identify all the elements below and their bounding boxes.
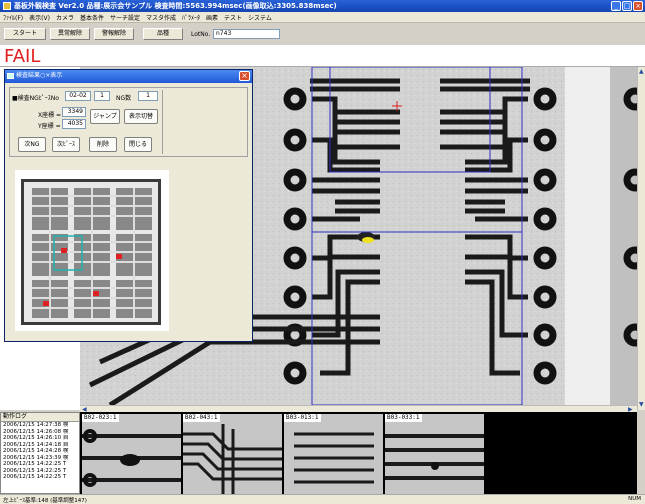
status-text: 左上ﾋﾟｰｽ基準:148 (基準調整147) (3, 498, 87, 504)
abnormal-release-button[interactable]: 異常解除 (50, 28, 90, 40)
menu-pixels[interactable]: 画素 (206, 13, 218, 22)
dialog-icon (7, 73, 14, 79)
defect-highlight (362, 237, 374, 243)
thumbnail-label: B03-033:1 (385, 414, 422, 422)
ng-thumbnail-3[interactable]: B03-013:1 (284, 414, 383, 494)
toolbar: スタート 異常解除 警報解除 品種 LotNo. n743 (0, 23, 645, 45)
image-horizontal-scrollbar[interactable]: ◀ ▶ (80, 405, 637, 413)
product-button[interactable]: 品種 (143, 28, 183, 40)
board-overview[interactable] (15, 170, 169, 331)
thumbnail-label: B02-023:1 (82, 414, 119, 422)
window-title: 基板外観検査 Ver2.0 品種:展示会サンプル 検査時間:5563.994ms… (14, 2, 337, 10)
lot-number-input[interactable]: n743 (213, 29, 280, 39)
ng-sheet-value: 02-02 (65, 91, 91, 101)
status-bar: 左上ﾋﾟｰｽ基準:148 (基準調整147) NUM (0, 494, 645, 504)
ng-count-label: NG数 (116, 95, 132, 102)
log-line: 2006/12/15 14:24:28 検 (3, 448, 69, 454)
next-piece-button[interactable]: 次ﾋﾟｰｽ (52, 137, 80, 152)
start-button[interactable]: スタート (4, 28, 46, 40)
ng-sheet-label: ■検査NGﾋﾟｰｽNo (12, 95, 59, 102)
dialog-title: 検査結果○×表示 (16, 72, 63, 79)
ng-count-value: 1 (138, 91, 158, 101)
dialog-title-bar: 検査結果○×表示 × (5, 70, 252, 83)
result-text: FAIL (4, 46, 41, 67)
result-dialog: 検査結果○×表示 × ■検査NGﾋﾟｰｽNo 02-02 1 NG数 1 X座標… (4, 69, 253, 342)
ng-thumbnail-2[interactable]: B02-043:1 (183, 414, 282, 494)
menu-bar: ﾌｧｲﾙ(F) 表示(V) カメラ 基本条件 サーチ設定 マスタ作成 ﾊﾟﾗﾒｰ… (0, 12, 645, 23)
ng-thumbnail-1[interactable]: B02-023:1 (82, 414, 181, 494)
delete-button[interactable]: 削除 (89, 137, 117, 152)
board-map-graphic (24, 182, 158, 322)
thumbnail-label: B02-043:1 (183, 414, 220, 422)
log-line: 2006/12/15 14:27:38 検 (3, 422, 69, 428)
x-coord-value: 3349 (62, 107, 86, 117)
ng-thumbnail-4[interactable]: B03-033:1 (385, 414, 484, 494)
image-vertical-scrollbar[interactable]: ▲ ▼ (637, 67, 645, 410)
close-dialog-button[interactable]: 閉じる (124, 137, 152, 152)
thumbnail-label: B03-013:1 (284, 414, 321, 422)
title-bar: 基板外観検査 Ver2.0 品種:展示会サンプル 検査時間:5563.994ms… (0, 0, 645, 12)
lot-label: LotNo. (191, 31, 211, 38)
log-line: 2006/12/15 14:22:25 T (3, 474, 67, 480)
ng-thumbnail-strip: B02-023:1 B02-043:1 B03-013:1 B03-033:1 (80, 412, 637, 494)
app-icon (3, 2, 11, 10)
operation-log-panel[interactable]: 動作ログ 2006/12/15 14:27:38 検 2006/12/15 14… (0, 412, 80, 494)
window-controls: _ □ × (611, 1, 643, 11)
menu-file[interactable]: ﾌｧｲﾙ(F) (3, 13, 23, 22)
menu-parameters[interactable]: ﾊﾟﾗﾒｰﾀ (182, 13, 200, 22)
alarm-release-button[interactable]: 警報解除 (94, 28, 134, 40)
group-divider (162, 90, 163, 154)
menu-basic-conditions[interactable]: 基本条件 (80, 13, 104, 22)
ng-info-group: ■検査NGﾋﾟｰｽNo 02-02 1 NG数 1 X座標 = 3349 Y座標… (9, 87, 248, 157)
ng-sheet-count: 1 (94, 91, 110, 101)
next-ng-button[interactable]: 次NG (18, 137, 46, 152)
menu-camera[interactable]: カメラ (56, 13, 74, 22)
menu-master-create[interactable]: マスタ作成 (146, 13, 176, 22)
log-line: 2006/12/15 14:26:10 自 (3, 435, 69, 441)
maximize-button[interactable]: □ (622, 1, 632, 11)
scroll-up-icon[interactable]: ▲ (639, 68, 644, 75)
y-coord-label: Y座標 = (38, 123, 61, 130)
dialog-close-button[interactable]: × (239, 71, 250, 81)
thumbnail-image (284, 414, 383, 494)
result-bar: FAIL (0, 45, 645, 67)
thumbnail-image (183, 414, 282, 494)
toggle-display-button[interactable]: 表示切替 (124, 109, 158, 124)
minimize-button[interactable]: _ (611, 1, 621, 11)
x-coord-label: X座標 = (38, 112, 62, 119)
menu-test[interactable]: テスト (224, 13, 242, 22)
scroll-down-icon[interactable]: ▼ (639, 401, 644, 408)
close-button[interactable]: × (633, 1, 643, 11)
num-lock-indicator: NUM (628, 496, 641, 502)
thumbnail-image (385, 414, 484, 494)
thumbnail-image (82, 414, 181, 494)
log-header: 動作ログ (1, 413, 79, 422)
menu-system[interactable]: システム (248, 13, 272, 22)
menu-search-settings[interactable]: サーチ設定 (110, 13, 140, 22)
board-map (21, 179, 161, 325)
menu-view[interactable]: 表示(V) (29, 13, 50, 22)
y-coord-value: 4035 (62, 119, 86, 129)
jump-button[interactable]: ジャンプ (90, 109, 120, 124)
